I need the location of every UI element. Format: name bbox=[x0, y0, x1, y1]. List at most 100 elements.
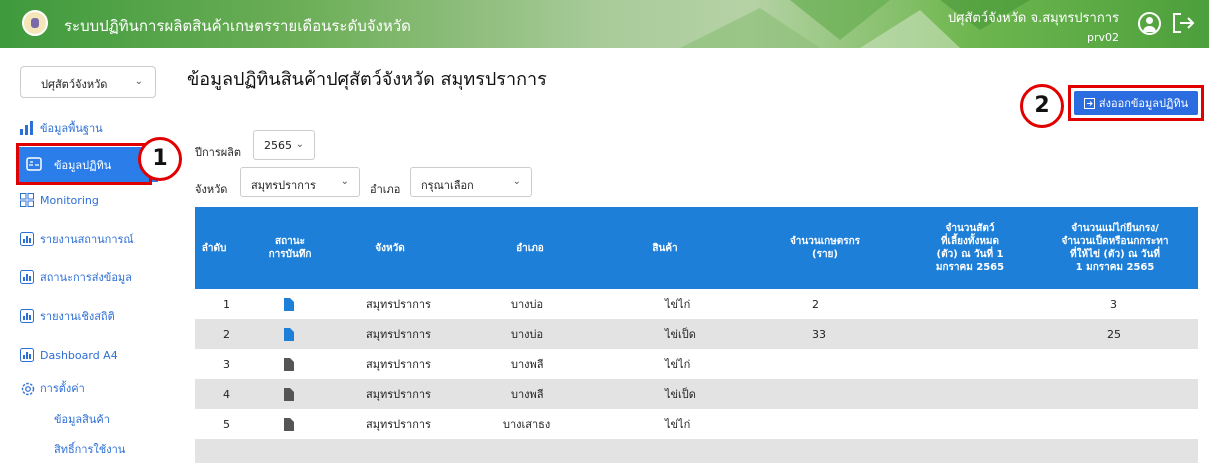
sidebar-item-label: ข้อมูลพื้นฐาน bbox=[40, 122, 103, 135]
sidebar-item-label: รายงานสถานการณ์ bbox=[40, 233, 134, 246]
product-cell: ไข่ไก่ bbox=[665, 298, 691, 311]
export-icon bbox=[1083, 97, 1095, 109]
row-number: 5 bbox=[223, 417, 230, 431]
status-cell bbox=[284, 379, 294, 409]
user-profile-icon[interactable] bbox=[1138, 12, 1161, 35]
district-select-value: กรุณาเลือก bbox=[421, 179, 474, 192]
product-cell: ไข่เป็ด bbox=[665, 328, 696, 341]
user-id: prv02 bbox=[1086, 31, 1119, 44]
sidebar-item-basic-data[interactable]: ข้อมูลพื้นฐาน bbox=[10, 113, 170, 143]
district-cell: บางพลี bbox=[511, 388, 544, 401]
calendar-table: ลำดับ สถานะ การบันทึก จังหวัด อำเภอ สินค… bbox=[195, 207, 1198, 463]
farmers-cell: 33 bbox=[812, 327, 826, 341]
sidebar-item-label: สถานะการส่งข้อมูล bbox=[40, 271, 132, 284]
product-cell: ไข่ไก่ bbox=[665, 358, 691, 371]
sidebar-item-dashboard-a4[interactable]: Dashboard A4 bbox=[10, 340, 170, 370]
column-header: จำนวนสัตว์ ที่เลี้ยงทั้งหมด (ตัว) ณ วันท… bbox=[935, 223, 1005, 273]
province-cell: สมุทรปราการ bbox=[366, 358, 431, 371]
row-number: 4 bbox=[223, 387, 230, 401]
sidebar-item-label: Dashboard A4 bbox=[40, 348, 118, 362]
province-cell: สมุทรปราการ bbox=[366, 328, 431, 341]
sidebar-item-submission-status[interactable]: สถานะการส่งข้อมูล bbox=[10, 262, 170, 292]
bar-chart-icon bbox=[20, 121, 33, 135]
column-header: ลำดับ bbox=[201, 242, 227, 254]
sidebar-item-situation-report[interactable]: รายงานสถานการณ์ bbox=[10, 224, 170, 254]
sidebar-item-label: รายงานเชิงสถิติ bbox=[40, 310, 115, 323]
export-button-label: ส่งออกข้อมูลปฏิทิน bbox=[1098, 97, 1189, 110]
logout-icon[interactable] bbox=[1171, 12, 1195, 34]
status-cell bbox=[284, 349, 294, 379]
chevron-down-icon: ⌄ bbox=[512, 176, 521, 187]
gear-icon bbox=[21, 382, 35, 396]
status-cell bbox=[284, 319, 294, 349]
province-cell: สมุทรปราการ bbox=[366, 298, 431, 311]
table-row: 4 สมุทรปราการ บางพลี ไข่เป็ด bbox=[195, 379, 1198, 409]
table-row bbox=[195, 439, 1198, 463]
table-row: 3 สมุทรปราการ บางพลี ไข่ไก่ bbox=[195, 349, 1198, 379]
report-icon bbox=[20, 270, 34, 284]
chevron-down-icon: ⌄ bbox=[134, 76, 143, 87]
district-select[interactable]: กรุณาเลือก ⌄ bbox=[410, 167, 532, 197]
annotation-badge-1: 1 bbox=[138, 137, 182, 181]
row-number: 3 bbox=[223, 357, 230, 371]
layers-cell: 25 bbox=[1107, 327, 1121, 341]
column-header: สินค้า bbox=[652, 242, 678, 254]
chevron-down-icon: ⌄ bbox=[295, 139, 304, 150]
user-info: ปศุสัตว์จังหวัด จ.สมุทรปราการ prv02 bbox=[948, 7, 1119, 44]
layers-cell: 3 bbox=[1110, 297, 1117, 311]
column-header: อำเภอ bbox=[516, 242, 544, 254]
role-select-value: ปศุสัตว์จังหวัด bbox=[41, 78, 108, 91]
column-header: จำนวนแม่ไก่ยืนกรง/ จำนวนเป็ดหรือนกกระทา … bbox=[1061, 223, 1169, 273]
province-select-value: สมุทรปราการ bbox=[251, 179, 316, 192]
chevron-down-icon: ⌄ bbox=[340, 176, 349, 187]
table-row: 2 สมุทรปราการ บางบ่อ ไข่เป็ด 33 25 bbox=[195, 319, 1198, 349]
status-cell bbox=[284, 289, 294, 319]
grid-icon bbox=[20, 193, 34, 207]
column-header: จำนวนเกษตรกร (ราย) bbox=[789, 236, 861, 260]
document-saved-icon[interactable] bbox=[284, 327, 294, 341]
highlight-box-export: ส่งออกข้อมูลปฏิทิน bbox=[1068, 85, 1204, 121]
province-select[interactable]: สมุทรปราการ ⌄ bbox=[240, 167, 360, 197]
sidebar-item-monitoring[interactable]: Monitoring bbox=[10, 185, 170, 215]
district-cell: บางเสาธง bbox=[503, 418, 551, 431]
annotation-badge-2: 2 bbox=[1020, 84, 1064, 128]
district-cell: บางบ่อ bbox=[511, 298, 544, 311]
province-cell: สมุทรปราการ bbox=[366, 388, 431, 401]
district-cell: บางพลี bbox=[511, 358, 544, 371]
sidebar-subitem-permissions[interactable]: สิทธิ์การใช้งาน bbox=[54, 440, 125, 458]
document-saved-icon[interactable] bbox=[284, 297, 294, 311]
app-logo bbox=[22, 10, 48, 36]
app-title: ระบบปฏิทินการผลิตสินค้าเกษตรรายเดือนระดั… bbox=[64, 17, 411, 35]
province-cell: สมุทรปราการ bbox=[366, 418, 431, 431]
product-cell: ไข่เป็ด bbox=[665, 388, 696, 401]
document-empty-icon[interactable] bbox=[284, 357, 294, 371]
table-row: 5 สมุทรปราการ บางเสาธง ไข่ไก่ bbox=[195, 409, 1198, 439]
sidebar-item-settings[interactable]: การตั้งค่า bbox=[10, 373, 170, 403]
sidebar: ปศุสัตว์จังหวัด ⌄ ข้อมูลพื้นฐาน ข้อมูลปฏ… bbox=[10, 58, 170, 463]
page-title: ข้อมูลปฏิทินสินค้าปศุสัตว์จังหวัด สมุทรป… bbox=[187, 69, 547, 90]
district-label: อำเภอ bbox=[370, 183, 401, 196]
user-name: ปศุสัตว์จังหวัด จ.สมุทรปราการ bbox=[947, 11, 1119, 26]
export-calendar-button[interactable]: ส่งออกข้อมูลปฏิทิน bbox=[1074, 91, 1198, 115]
role-select[interactable]: ปศุสัตว์จังหวัด ⌄ bbox=[20, 66, 156, 98]
report-icon bbox=[20, 309, 34, 323]
row-number: 2 bbox=[223, 327, 230, 341]
highlight-box-calendar bbox=[16, 143, 152, 185]
row-number: 1 bbox=[223, 297, 230, 311]
year-select[interactable]: 2565 ⌄ bbox=[253, 130, 315, 160]
sidebar-item-label: การตั้งค่า bbox=[40, 382, 85, 395]
year-select-value: 2565 bbox=[264, 139, 292, 152]
sidebar-subitem-product-data[interactable]: ข้อมูลสินค้า bbox=[54, 410, 110, 428]
district-cell: บางบ่อ bbox=[511, 328, 544, 341]
top-bar: ระบบปฏิทินการผลิตสินค้าเกษตรรายเดือนระดั… bbox=[0, 0, 1209, 48]
year-label: ปีการผลิต bbox=[195, 146, 242, 159]
product-cell: ไข่ไก่ bbox=[665, 418, 691, 431]
column-header: จังหวัด bbox=[375, 242, 405, 254]
column-header: สถานะ การบันทึก bbox=[268, 236, 312, 260]
sidebar-item-statistics-report[interactable]: รายงานเชิงสถิติ bbox=[10, 301, 170, 331]
report-icon bbox=[20, 232, 34, 246]
farmers-cell: 2 bbox=[812, 297, 819, 311]
report-icon bbox=[20, 348, 34, 362]
document-empty-icon[interactable] bbox=[284, 417, 294, 431]
document-empty-icon[interactable] bbox=[284, 387, 294, 401]
